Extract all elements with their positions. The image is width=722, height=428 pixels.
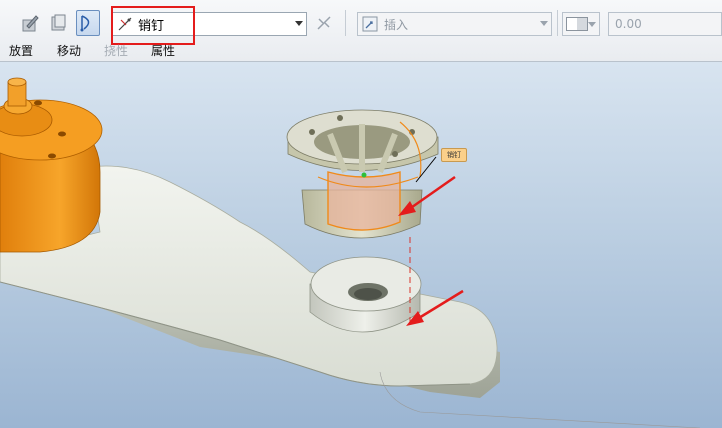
offset-value-input[interactable]: 0.00 [608, 12, 722, 36]
tab-flexibility: 挠性 [104, 44, 129, 58]
constraint-callout-label[interactable]: 销钉 [441, 148, 467, 162]
user-defined-constraint-button[interactable] [18, 10, 42, 36]
3d-graphics-window[interactable]: 销钉 [0, 62, 722, 428]
offset-type-select[interactable] [562, 12, 600, 36]
show-component-window-button[interactable] [76, 10, 100, 36]
offset-type-icon [566, 17, 588, 31]
insert-reference-icon [362, 16, 378, 32]
arm-boss-hole[interactable] [309, 256, 422, 333]
chevron-down-icon [588, 22, 596, 27]
chevron-down-icon [540, 21, 548, 26]
flip-constraint-button[interactable] [312, 10, 336, 36]
flip-icon [317, 16, 331, 30]
constraint-flip-icon [80, 15, 90, 32]
reference-select-value: 插入 [384, 17, 409, 32]
tab-properties[interactable]: 属性 [151, 42, 175, 59]
model-render [0, 77, 701, 428]
tab-placement[interactable]: 放置 [9, 42, 33, 59]
component-box-icon [51, 14, 66, 31]
constraint-type-select[interactable]: 销钉 [112, 12, 307, 36]
chevron-down-icon [295, 21, 303, 26]
constraint-type-value: 销钉 [138, 18, 165, 34]
edit-constraint-icon [22, 15, 39, 32]
tab-move[interactable]: 移动 [57, 42, 81, 59]
reference-select[interactable]: 插入 [357, 12, 552, 36]
pin-constraint-icon [118, 17, 132, 31]
toolbar-separator [345, 10, 346, 36]
orange-hub-part[interactable] [0, 77, 103, 253]
bushing-part[interactable] [286, 109, 439, 239]
dashboard-toolbar: 销钉 插入 0.00 放置 移动 挠性 属性 [0, 0, 722, 62]
toolbar-separator [557, 10, 558, 36]
move-component-button[interactable] [46, 10, 70, 36]
